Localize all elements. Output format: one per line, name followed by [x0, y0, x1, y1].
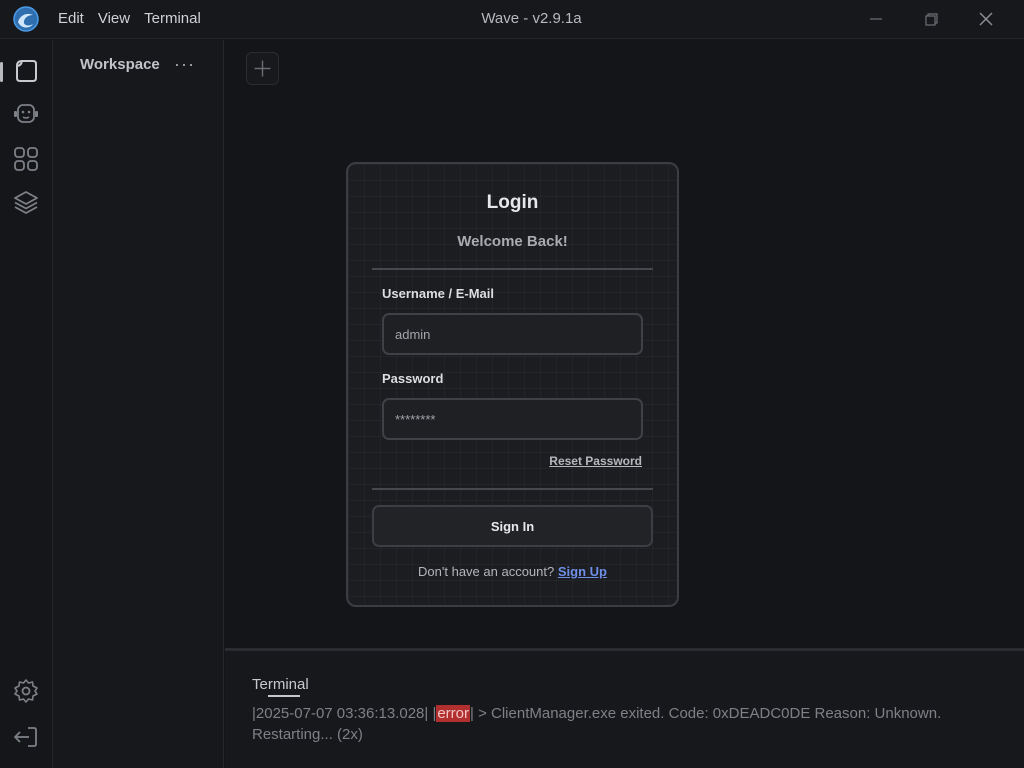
reset-password-link[interactable]: Reset Password: [549, 454, 642, 468]
terminal-panel: Terminal |2025-07-07 03:36:13.028| |erro…: [225, 648, 1024, 768]
signup-prompt-text: Don't have an account?: [418, 564, 555, 579]
terminal-tab[interactable]: Terminal: [252, 676, 309, 693]
apps-grid-icon[interactable]: [12, 145, 40, 173]
sign-in-button[interactable]: Sign In: [372, 505, 653, 547]
restore-icon: [925, 13, 938, 26]
close-button[interactable]: [974, 8, 998, 30]
login-title: Login: [486, 192, 539, 213]
plus-icon: [254, 60, 271, 77]
login-subtitle: Welcome Back!: [457, 233, 568, 250]
terminal-log-line: |2025-07-07 03:36:13.028| |error| > Clie…: [252, 703, 992, 745]
layers-icon[interactable]: [12, 188, 40, 216]
close-icon: [979, 12, 993, 26]
maximize-button[interactable]: [919, 8, 943, 30]
password-label: Password: [382, 371, 444, 386]
active-indicator: [0, 62, 3, 82]
pages-icon[interactable]: [12, 57, 40, 85]
minimize-button[interactable]: [864, 8, 888, 30]
login-card: Login Welcome Back! Username / E-Mail Pa…: [346, 162, 679, 607]
minimize-icon: [870, 18, 882, 20]
add-tab-button[interactable]: [246, 52, 279, 85]
more-options-icon[interactable]: ···: [174, 54, 195, 75]
logout-icon[interactable]: [12, 723, 40, 751]
divider: [372, 488, 653, 490]
username-label: Username / E-Mail: [382, 286, 494, 301]
activity-rail: [0, 40, 53, 768]
signup-prompt: Don't have an account? Sign Up: [348, 564, 677, 579]
log-level-badge: error: [436, 705, 471, 722]
username-input[interactable]: [382, 313, 643, 355]
robot-icon[interactable]: [12, 100, 40, 128]
workspace-sidebar: Workspace ···: [53, 40, 224, 768]
log-timestamp: |2025-07-07 03:36:13.028| |: [252, 705, 437, 722]
divider: [372, 268, 653, 270]
password-input[interactable]: [382, 398, 643, 440]
title-bar: Edit View Terminal Wave - v2.9.1a: [0, 0, 1024, 39]
workspace-title: Workspace: [80, 56, 160, 73]
settings-icon[interactable]: [12, 677, 40, 705]
terminal-tab-underline: [268, 695, 300, 697]
sign-up-link[interactable]: Sign Up: [558, 564, 607, 579]
